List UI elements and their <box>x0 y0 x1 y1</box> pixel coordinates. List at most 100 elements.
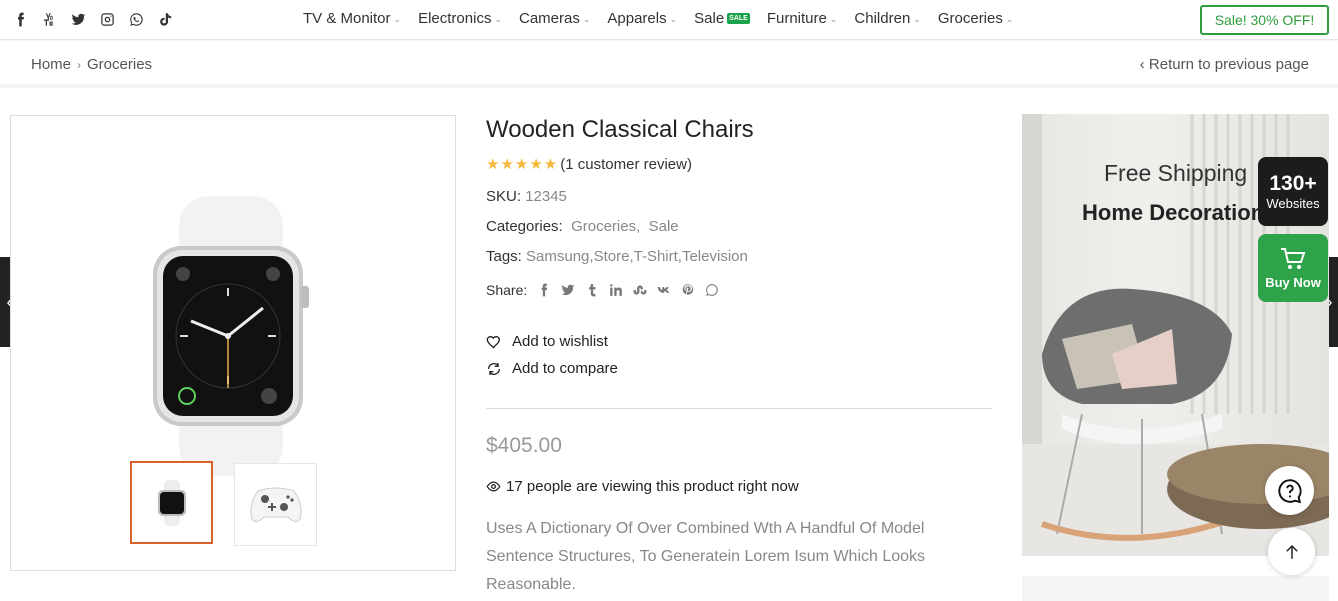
nav-item-sale[interactable]: Sale SALE <box>694 10 750 27</box>
sku-row: SKU: 12345 <box>486 188 567 205</box>
product-rating: ★★★★★ (1 customer review) <box>486 155 692 174</box>
sku-value: 12345 <box>525 188 567 205</box>
categories-label: Categories: <box>486 218 563 235</box>
nav-label: Groceries <box>937 10 1003 27</box>
refresh-icon <box>488 362 500 375</box>
whatsapp-icon[interactable] <box>127 10 146 29</box>
tiktok-icon[interactable] <box>156 10 175 29</box>
nav-item-furniture[interactable]: Furniture ⌄ <box>767 10 838 27</box>
thumbnail-watch-image <box>157 479 186 526</box>
nav-label: Electronics <box>418 10 492 27</box>
return-label: Return to previous page <box>1148 56 1309 73</box>
compare-label: Add to compare <box>512 360 618 377</box>
linkedin-icon[interactable] <box>609 283 623 297</box>
nav-label: Furniture <box>766 10 827 27</box>
thumbnail-controller[interactable] <box>234 463 317 546</box>
nav-item-electronics[interactable]: Electronics ⌄ <box>418 10 502 27</box>
sidebar-panel <box>1022 576 1329 601</box>
tumblr-icon[interactable] <box>585 283 599 297</box>
add-to-wishlist-button[interactable]: Add to wishlist <box>486 333 608 350</box>
nav-label: Sale <box>694 10 725 27</box>
facebook-icon[interactable] <box>537 283 551 297</box>
nav-item-tv-monitor[interactable]: TV & Monitor ⌄ <box>303 10 401 27</box>
nav-label: Apparels <box>607 10 667 27</box>
tag-link[interactable]: Store <box>594 248 630 265</box>
twitter-icon[interactable] <box>69 10 88 29</box>
breadcrumb: Home › Groceries <box>31 56 152 73</box>
tags-row: Tags: Samsung,Store,T-Shirt,Television <box>486 248 748 265</box>
categories-row: Categories: Groceries, Sale <box>486 218 679 235</box>
category-link[interactable]: Sale <box>649 218 679 235</box>
banner-subheadline: Home Decoration <box>1082 200 1265 225</box>
pinterest-icon[interactable] <box>681 283 695 297</box>
product-price: $405.00 <box>486 434 562 457</box>
nav-label: Cameras <box>518 10 580 27</box>
sku-label: SKU: <box>486 188 522 205</box>
youtube-icon[interactable] <box>40 10 59 29</box>
share-row: Share: <box>486 282 719 298</box>
heart-icon <box>486 335 501 349</box>
vk-icon[interactable] <box>657 283 671 297</box>
chevron-down-icon: ⌄ <box>829 14 838 24</box>
nav-label: TV & Monitor <box>303 10 391 27</box>
share-label: Share: <box>486 282 528 298</box>
divider <box>486 408 992 409</box>
review-count-link[interactable]: (1 customer review) <box>560 156 692 173</box>
wishlist-label: Add to wishlist <box>512 333 608 350</box>
tag-link[interactable]: Samsung <box>526 248 589 265</box>
chevron-right-icon: › <box>77 57 82 72</box>
buy-now-button[interactable]: Buy Now <box>1258 234 1328 302</box>
chevron-down-icon: ⌄ <box>582 14 591 24</box>
help-chat-icon <box>1277 478 1302 503</box>
nav-item-children[interactable]: Children ⌄ <box>854 10 920 27</box>
nav-label: Children <box>854 10 911 27</box>
breadcrumb-bar: Home › Groceries ‹ Return to previous pa… <box>0 41 1338 88</box>
buy-now-label: Buy Now <box>1265 274 1321 290</box>
chevron-down-icon: ⌄ <box>1005 14 1014 24</box>
tags-label: Tags: <box>486 248 522 265</box>
nav-item-groceries[interactable]: Groceries ⌄ <box>938 10 1014 27</box>
scroll-to-top-button[interactable] <box>1268 528 1315 575</box>
viewing-count: 17 people are viewing this product right… <box>486 478 799 495</box>
category-link[interactable]: Groceries <box>571 218 636 235</box>
tag-link[interactable]: T-Shirt <box>634 248 678 265</box>
return-link[interactable]: ‹ Return to previous page <box>1140 56 1309 73</box>
help-button[interactable] <box>1265 466 1314 515</box>
social-links <box>11 10 175 29</box>
sale-promo-button[interactable]: Sale! 30% OFF! <box>1200 5 1329 35</box>
banner-headline: Free Shipping <box>1104 160 1248 186</box>
product-title: Wooden Classical Chairs <box>486 116 754 143</box>
whatsapp-icon[interactable] <box>705 283 719 297</box>
instagram-icon[interactable] <box>98 10 117 29</box>
chevron-down-icon: ⌄ <box>494 14 502 24</box>
chevron-down-icon: ⌄ <box>913 14 921 24</box>
websites-label: Websites <box>1266 196 1320 211</box>
thumbnail-controller-image <box>249 487 302 522</box>
sale-badge: SALE <box>727 13 750 24</box>
nav-item-apparels[interactable]: Apparels ⌄ <box>607 10 677 27</box>
smartwatch-image[interactable] <box>151 196 311 476</box>
product-gallery <box>10 115 456 571</box>
product-description: Uses A Dictionary Of Over Combined Wth A… <box>486 520 926 593</box>
eye-icon <box>486 481 501 492</box>
top-bar: TV & Monitor ⌄ Electronics ⌄ Cameras ⌄ Appa… <box>0 0 1338 40</box>
cart-icon <box>1281 247 1306 269</box>
add-to-compare-button[interactable]: Add to compare <box>486 360 618 377</box>
websites-count: 130+ <box>1269 172 1317 195</box>
chevron-down-icon: ⌄ <box>669 14 678 24</box>
tag-link[interactable]: Television <box>682 248 748 265</box>
nav-item-cameras[interactable]: Cameras ⌄ <box>519 10 590 27</box>
arrow-up-icon <box>1285 544 1298 559</box>
chevron-down-icon: ⌄ <box>393 14 402 24</box>
viewing-text: 17 people are viewing this product right… <box>506 478 799 495</box>
thumbnail-watch[interactable] <box>130 461 213 544</box>
websites-badge[interactable]: 130+ Websites <box>1258 157 1328 226</box>
stumbleupon-icon[interactable] <box>633 283 647 297</box>
star-rating-icon: ★★★★★ <box>486 156 559 173</box>
breadcrumb-current[interactable]: Groceries <box>87 56 152 73</box>
facebook-icon[interactable] <box>11 10 30 29</box>
twitter-icon[interactable] <box>561 283 575 297</box>
breadcrumb-home[interactable]: Home <box>31 56 71 73</box>
chevron-left-icon: ‹ <box>1139 56 1149 73</box>
main-nav: TV & Monitor ⌄ Electronics ⌄ Cameras ⌄ Appa… <box>303 10 1030 27</box>
